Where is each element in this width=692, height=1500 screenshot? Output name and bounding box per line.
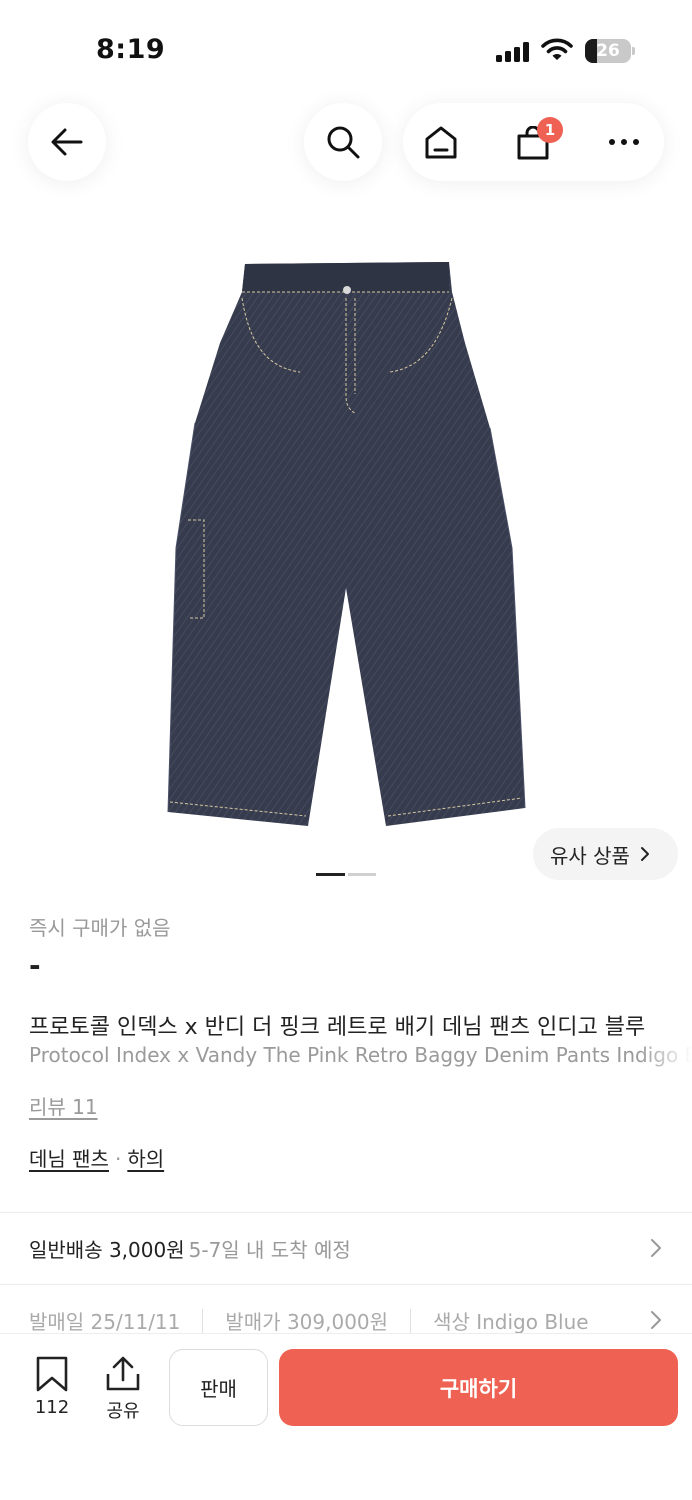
divider xyxy=(0,1284,692,1285)
instant-buy-note: 즉시 구매가 없음 xyxy=(29,916,171,940)
battery-icon: 26 xyxy=(585,39,631,63)
share-icon[interactable] xyxy=(100,1356,146,1392)
instant-buy-price: - xyxy=(29,949,41,982)
chevron-right-icon xyxy=(651,1311,661,1329)
status-time: 8:19 xyxy=(96,34,166,65)
buy-button[interactable]: 구매하기 xyxy=(279,1349,678,1426)
chevron-right-icon xyxy=(651,1239,661,1257)
pager-dot-active xyxy=(316,873,345,876)
sell-button[interactable]: 판매 xyxy=(169,1349,268,1426)
similar-products-button[interactable]: 유사 상품 xyxy=(533,828,678,880)
search-button[interactable] xyxy=(304,103,382,181)
share-label: 공유 xyxy=(106,1401,140,1422)
home-icon[interactable] xyxy=(423,124,459,160)
release-price: 발매가 309,000원 xyxy=(225,1310,389,1334)
product-title-ko: 프로토콜 인덱스 x 반디 더 핑크 레트로 배기 데님 팬츠 인디고 블루 xyxy=(29,1015,646,1040)
shipping-info: 일반배송 3,000원 5-7일 내 도착 예정 xyxy=(29,1234,351,1263)
back-button[interactable] xyxy=(28,103,106,181)
review-link[interactable]: 리뷰 11 xyxy=(29,1091,98,1120)
pager-dot xyxy=(348,873,376,876)
search-icon xyxy=(327,126,360,159)
shipping-eta: 5-7일 내 도착 예정 xyxy=(188,1238,351,1262)
release-date: 발매일 25/11/11 xyxy=(29,1310,181,1334)
similar-products-label: 유사 상품 xyxy=(550,843,630,868)
shipping-label: 일반배송 3,000원 xyxy=(29,1238,185,1262)
title-fade-overlay xyxy=(640,1008,692,1076)
product-title-en: Protocol Index x Vandy The Pink Retro Ba… xyxy=(29,1043,692,1067)
more-icon[interactable] xyxy=(608,138,640,146)
category-link-bottoms[interactable]: 하의 xyxy=(127,1147,164,1171)
cart-count-badge: 1 xyxy=(537,117,563,143)
category-link-denim-pants[interactable]: 데님 팬츠 xyxy=(29,1147,109,1171)
category-separator: · xyxy=(114,1147,122,1171)
color-info: 색상 Indigo Blue xyxy=(433,1310,589,1334)
back-arrow-icon xyxy=(51,128,83,156)
chevron-right-icon xyxy=(640,847,649,861)
category-breadcrumb: 데님 팬츠 · 하의 xyxy=(29,1143,164,1172)
battery-level: 26 xyxy=(596,41,620,61)
wifi-icon xyxy=(541,38,573,60)
status-bar: 8:19 26 xyxy=(0,0,692,100)
cellular-signal-icon xyxy=(496,42,529,62)
product-image[interactable] xyxy=(160,258,532,832)
divider xyxy=(0,1212,692,1213)
bookmark-count: 112 xyxy=(34,1397,70,1418)
product-details: 발매일 25/11/11 발매가 309,000원 색상 Indigo Blue xyxy=(29,1306,589,1335)
bookmark-icon[interactable] xyxy=(28,1356,76,1392)
